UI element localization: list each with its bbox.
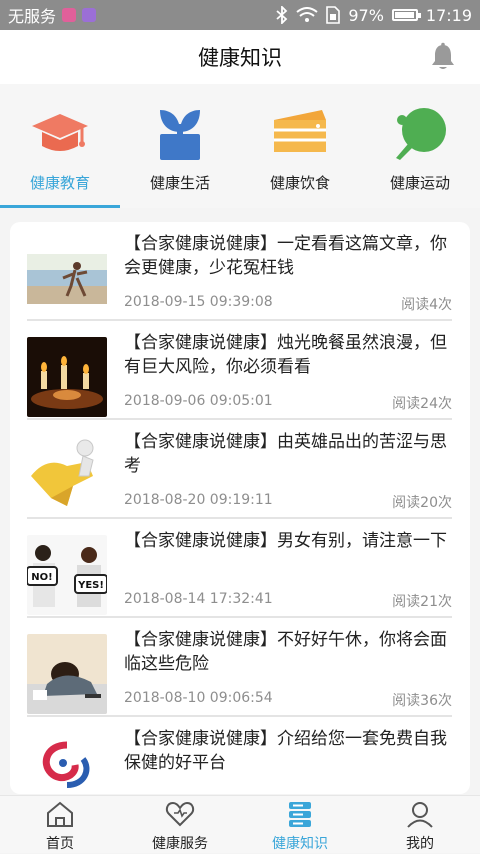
list-item[interactable]: 【合家健康说健康】不好好午休，你将会面临这些危险 2018-08-10 09:0… xyxy=(10,618,470,717)
article-thumbnail: NO! YES! xyxy=(27,535,107,615)
article-title: 【合家健康说健康】介绍给您一套免费自我保健的好平台 xyxy=(124,729,447,773)
tab-label: 健康知识 xyxy=(272,836,328,852)
tab-home[interactable]: 首页 xyxy=(0,796,120,854)
article-title: 【合家健康说健康】男女有别，请注意一下 xyxy=(124,531,447,551)
app-notification-icon xyxy=(62,8,77,22)
list-item[interactable]: 【合家健康说健康】由英雄品出的苦涩与思考 2018-08-20 09:19:11… xyxy=(10,420,470,519)
list-item[interactable]: 【合家健康说健康】一定看看这篇文章，你会更健康，少花冤枉钱 2018-09-15… xyxy=(10,222,470,321)
category-health-life[interactable]: 健康生活 xyxy=(120,84,240,208)
article-thumbnail xyxy=(27,634,107,714)
article-title: 【合家健康说健康】不好好午休，你将会面临这些危险 xyxy=(124,630,447,674)
battery-percent: 97% xyxy=(348,5,384,25)
graduation-cap-icon xyxy=(32,114,88,151)
article-title: 【合家健康说健康】由英雄品出的苦涩与思考 xyxy=(124,432,447,476)
article-reads: 阅读21次 xyxy=(392,594,452,610)
bell-icon[interactable] xyxy=(428,42,458,72)
wifi-icon xyxy=(296,7,318,22)
active-tab-indicator xyxy=(0,205,120,208)
article-reads: 阅读20次 xyxy=(392,495,452,511)
battery-icon xyxy=(391,9,421,21)
ping-pong-paddle-icon xyxy=(396,108,446,160)
tab-mine[interactable]: 我的 xyxy=(360,796,480,854)
tab-label: 我的 xyxy=(406,836,434,852)
app-header: 健康知识 xyxy=(0,30,480,84)
list-item[interactable]: 【合家健康说健康】烛光晚餐虽然浪漫，但有巨大风险，你必须看看 2018-09-0… xyxy=(10,321,470,420)
category-health-sport[interactable]: 健康运动 xyxy=(360,84,480,208)
status-bar: 无服务 97% 17:19 xyxy=(0,0,480,30)
bluetooth-icon xyxy=(276,6,288,24)
category-bar: 健康教育 健康生活 健康饮食 健康运动 xyxy=(0,84,480,208)
article-reads: 阅读24次 xyxy=(392,396,452,412)
category-label: 健康运动 xyxy=(389,174,450,192)
article-thumbnail xyxy=(27,436,107,516)
bottom-tab-bar: 首页 健康服务 健康知识 我的 xyxy=(0,795,480,853)
article-date: 2018-09-06 09:05:01 xyxy=(124,393,273,409)
home-icon xyxy=(47,801,73,827)
category-label: 健康饮食 xyxy=(269,174,330,192)
page-title: 健康知识 xyxy=(198,46,282,70)
clock: 17:19 xyxy=(425,5,472,25)
thumb-text-no: NO! xyxy=(31,572,52,583)
tab-label: 首页 xyxy=(46,836,74,852)
article-reads: 阅读4次 xyxy=(401,297,452,313)
article-reads: 阅读36次 xyxy=(392,693,452,709)
tab-health-knowledge[interactable]: 健康知识 xyxy=(240,796,360,854)
article-thumbnail xyxy=(27,238,107,318)
gallery-notification-icon xyxy=(82,8,97,22)
article-list[interactable]: 【合家健康说健康】一定看看这篇文章，你会更健康，少花冤枉钱 2018-09-15… xyxy=(10,222,470,794)
article-title: 【合家健康说健康】一定看看这篇文章，你会更健康，少花冤枉钱 xyxy=(124,234,447,278)
category-label: 健康生活 xyxy=(149,174,210,192)
article-date: 2018-08-20 09:19:11 xyxy=(124,492,273,508)
article-date: 2018-08-10 09:06:54 xyxy=(124,690,273,706)
sim-icon xyxy=(326,6,341,24)
category-label: 健康教育 xyxy=(29,174,90,192)
cake-icon xyxy=(274,110,326,152)
article-thumbnail xyxy=(27,337,107,417)
tab-label: 健康服务 xyxy=(152,836,208,852)
knowledge-icon xyxy=(289,802,311,827)
user-icon xyxy=(407,802,433,828)
article-date: 2018-08-14 17:32:41 xyxy=(124,591,273,607)
category-health-education[interactable]: 健康教育 xyxy=(0,84,120,208)
article-thumbnail xyxy=(27,733,107,794)
list-item[interactable]: NO! YES! 【合家健康说健康】男女有别，请注意一下 2018-08-14 … xyxy=(10,519,470,618)
category-health-diet[interactable]: 健康饮食 xyxy=(240,84,360,208)
thumb-text-yes: YES! xyxy=(77,580,104,591)
tab-health-service[interactable]: 健康服务 xyxy=(120,796,240,854)
article-title: 【合家健康说健康】烛光晚餐虽然浪漫，但有巨大风险，你必须看看 xyxy=(124,333,447,377)
plant-pot-icon xyxy=(160,110,200,160)
carrier-text: 无服务 xyxy=(8,7,57,26)
heart-icon xyxy=(165,801,195,827)
article-date: 2018-09-15 09:39:08 xyxy=(124,294,273,310)
list-item[interactable]: 【合家健康说健康】介绍给您一套免费自我保健的好平台 xyxy=(10,717,470,794)
